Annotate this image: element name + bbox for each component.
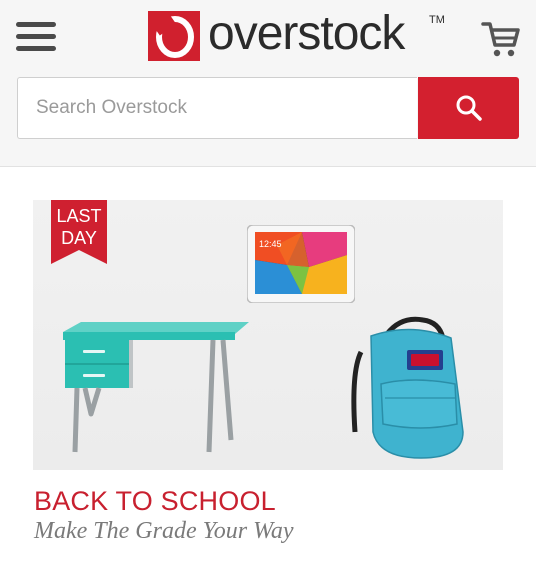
- tablet-image: 12:45: [247, 225, 355, 303]
- backpack-image: [351, 316, 464, 459]
- brand-name: overstock: [208, 7, 405, 60]
- tablet-clock: 12:45: [259, 239, 282, 249]
- top-header: overstock TM: [0, 0, 536, 167]
- badge-line-2: DAY: [61, 228, 97, 248]
- search-icon: [456, 95, 482, 121]
- cart-icon[interactable]: [480, 18, 522, 60]
- search-button[interactable]: [418, 77, 519, 139]
- logo-mark-icon: [148, 11, 200, 61]
- hamburger-menu-icon[interactable]: [16, 22, 56, 56]
- badge-line-1: LAST: [56, 206, 102, 226]
- promo-title[interactable]: BACK TO SCHOOL: [34, 486, 276, 517]
- trademark-mark: TM: [429, 14, 445, 26]
- search-input[interactable]: [17, 77, 417, 139]
- search-bar: [17, 77, 519, 139]
- overstock-logo[interactable]: overstock: [148, 7, 405, 62]
- promo-subtitle: Make The Grade Your Way: [34, 518, 294, 544]
- promo-banner[interactable]: LAST DAY 12:45: [33, 200, 503, 470]
- desk-image: [63, 322, 249, 453]
- last-day-badge: LAST DAY: [51, 205, 107, 249]
